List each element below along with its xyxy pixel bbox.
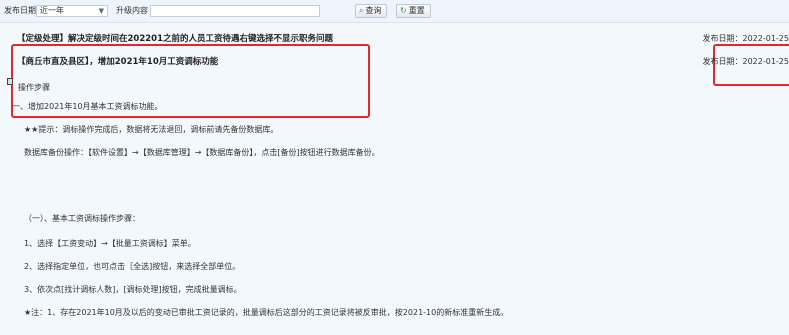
steps-heading: 操作步骤: [18, 83, 50, 92]
operation-step: 1、选择【工资变动】→【批量工资调标】菜单。: [24, 239, 196, 248]
notice-title[interactable]: 【定级处理】解决定级时间在202201之前的人员工资待遇右键选择不显示职务问题: [17, 32, 333, 44]
date-range-value: 近一年: [40, 6, 64, 15]
chevron-down-icon: ▼: [98, 7, 104, 15]
refresh-icon: ↻: [400, 6, 407, 15]
notice-title[interactable]: 【商丘市直及县区】，增加2021年10月工资调标功能: [17, 55, 218, 67]
tip-text: ★★提示：调标操作完成后，数据将无法退回，调标前请先备份数据库。: [24, 125, 279, 134]
section-heading: （一）、基本工资调标操作步骤：: [24, 214, 140, 223]
collapse-icon[interactable]: [7, 78, 13, 85]
query-button[interactable]: ⌕ 查询: [355, 4, 388, 18]
search-icon: ⌕: [359, 6, 364, 15]
query-button-label: 查询: [365, 6, 382, 15]
date-range-select[interactable]: 近一年 ▼: [36, 5, 108, 17]
content-filter-label: 升级内容: [116, 6, 148, 15]
reset-button[interactable]: ↻ 重置: [396, 4, 431, 18]
filter-toolbar: 发布日期 近一年 ▼ 升级内容 ⌕ 查询 ↻ 重置: [0, 0, 789, 23]
operation-step: 2、选择指定单位，也可点击［全选]按钮，来选择全部单位。: [24, 262, 241, 271]
backup-instructions: 数据库备份操作：【软件设置】→【数据库管理】→【数据库备份】，点击[备份]按钮进…: [24, 148, 380, 157]
note-text: ★注：1、存在2021年10月及以后的变动已审批工资记录的，批量调标后这部分的工…: [24, 308, 509, 317]
date-filter-label: 发布日期: [4, 6, 36, 15]
step-item: 一、增加2021年10月基本工资调标功能。: [12, 102, 163, 111]
notice-date: 发布日期：2022-01-25: [702, 34, 789, 43]
notice-date: 发布日期：2022-01-25: [702, 57, 789, 66]
operation-step: 3、依次点[找计调标人数]，[调标处理]按钮，完成批量调标。: [24, 285, 242, 294]
content-search-input[interactable]: [150, 5, 320, 17]
reset-button-label: 重置: [408, 6, 425, 15]
